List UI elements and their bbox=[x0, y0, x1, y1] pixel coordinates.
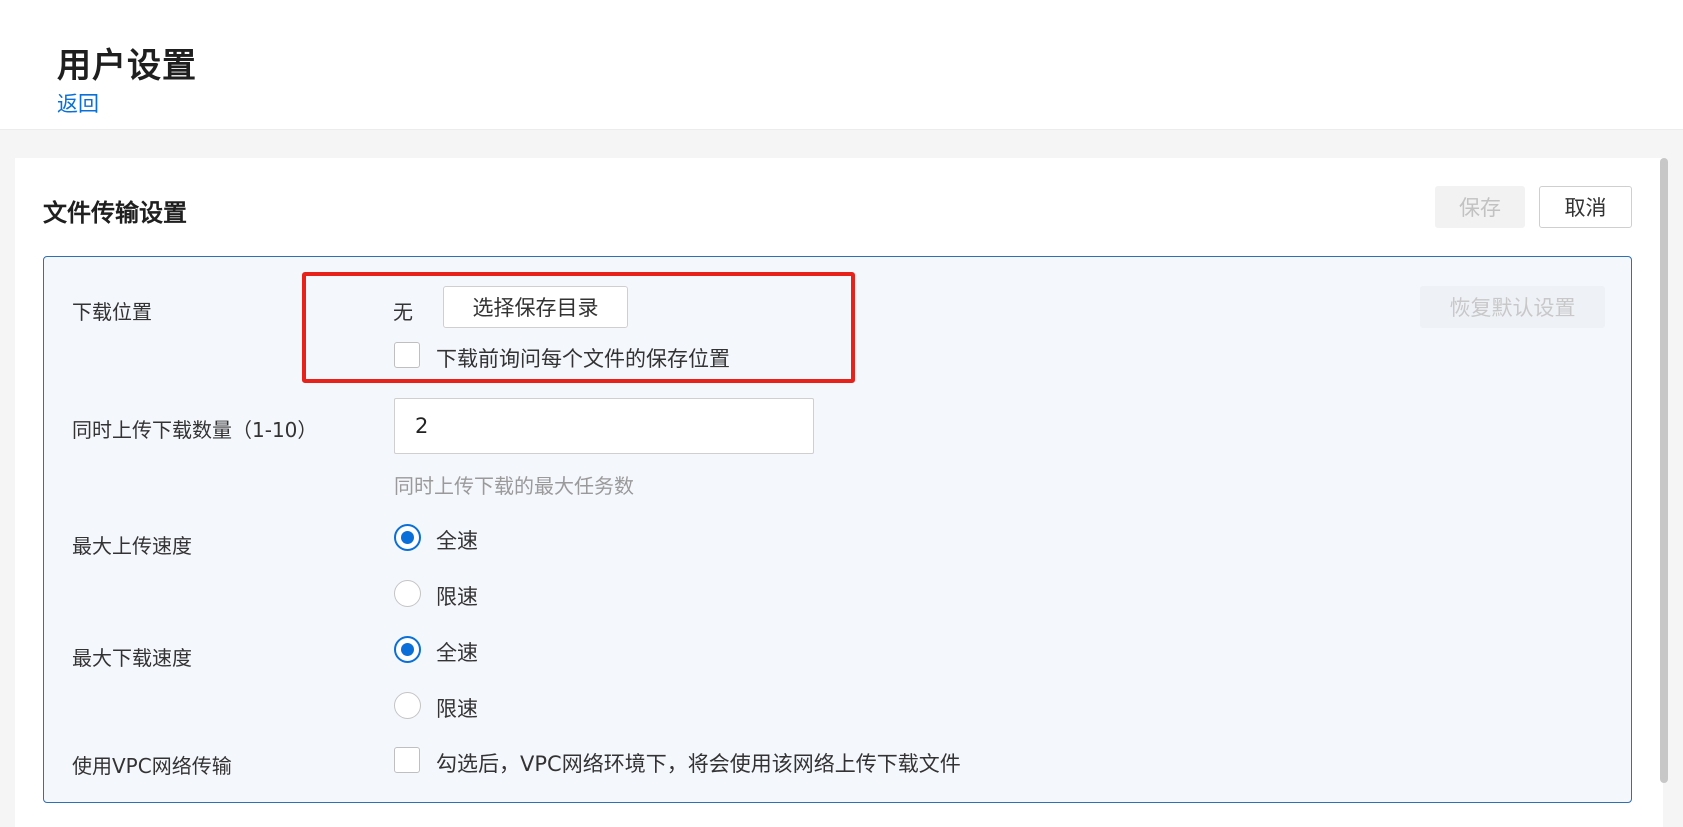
vpc-transfer-label: 使用VPC网络传输 bbox=[72, 754, 232, 778]
download-full-speed-radio[interactable] bbox=[394, 636, 421, 663]
page-title: 用户设置 bbox=[57, 46, 197, 86]
download-limited-speed-label: 限速 bbox=[436, 697, 478, 721]
download-limited-speed-radio[interactable] bbox=[394, 692, 421, 719]
section-title: 文件传输设置 bbox=[43, 199, 187, 227]
concurrent-count-hint: 同时上传下载的最大任务数 bbox=[394, 474, 634, 498]
scrollbar[interactable] bbox=[1660, 158, 1668, 783]
download-location-label: 下载位置 bbox=[72, 300, 152, 324]
restore-defaults-button[interactable]: 恢复默认设置 bbox=[1420, 286, 1605, 328]
ask-each-file-label: 下载前询问每个文件的保存位置 bbox=[436, 347, 730, 371]
concurrent-count-input[interactable] bbox=[394, 398, 814, 454]
upload-limited-speed-label: 限速 bbox=[436, 585, 478, 609]
cancel-button[interactable]: 取消 bbox=[1539, 186, 1632, 228]
upload-full-speed-radio[interactable] bbox=[394, 524, 421, 551]
back-link[interactable]: 返回 bbox=[57, 88, 99, 118]
max-download-speed-label: 最大下载速度 bbox=[72, 646, 192, 670]
vpc-transfer-checkbox[interactable] bbox=[394, 747, 420, 773]
vpc-transfer-option-label: 勾选后，VPC网络环境下，将会使用该网络上传下载文件 bbox=[436, 752, 961, 776]
concurrent-count-label: 同时上传下载数量（1-10） bbox=[72, 418, 318, 442]
save-button[interactable]: 保存 bbox=[1435, 186, 1525, 228]
max-upload-speed-label: 最大上传速度 bbox=[72, 534, 192, 558]
choose-directory-button[interactable]: 选择保存目录 bbox=[443, 286, 628, 328]
page-header: 用户设置 返回 bbox=[0, 0, 1683, 130]
upload-full-speed-label: 全速 bbox=[436, 529, 478, 553]
ask-each-file-checkbox[interactable] bbox=[394, 342, 420, 368]
download-full-speed-label: 全速 bbox=[436, 641, 478, 665]
upload-limited-speed-radio[interactable] bbox=[394, 580, 421, 607]
download-location-value: 无 bbox=[393, 300, 413, 324]
transfer-settings-form bbox=[43, 256, 1632, 803]
